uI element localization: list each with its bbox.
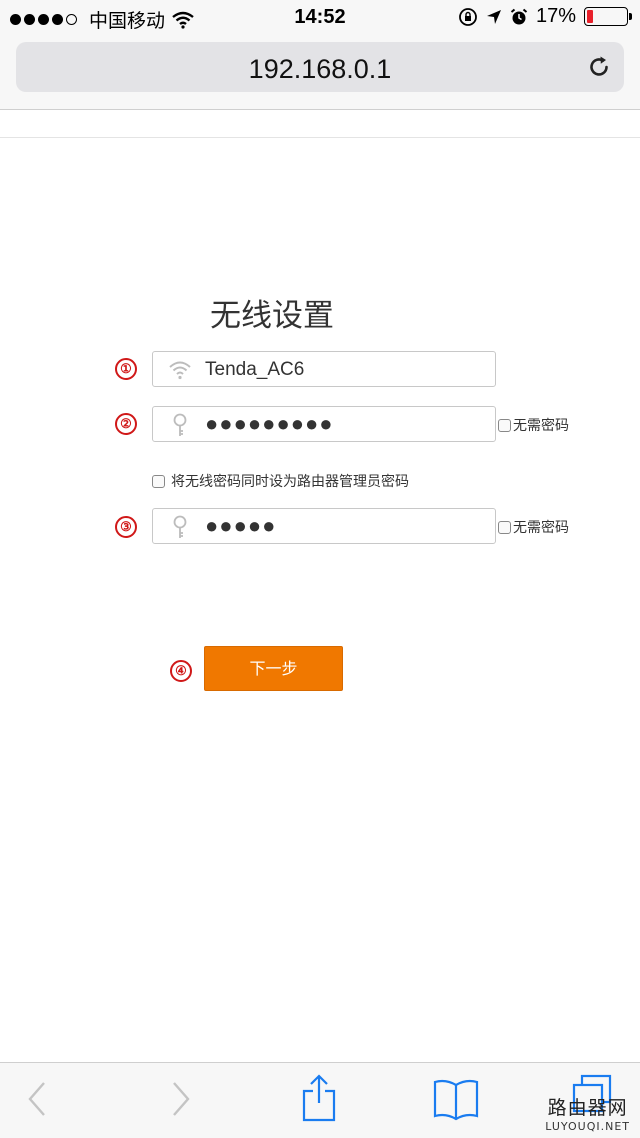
wifi-password-value: ●●●●●●●●● [205, 411, 334, 436]
watermark-url: LUYOUQI.NET [545, 1120, 630, 1133]
bookmarks-icon[interactable] [432, 1077, 480, 1121]
watermark-title: 路由器网 [547, 1097, 628, 1119]
address-bar[interactable]: 192.168.0.1 [16, 42, 624, 92]
forward-icon[interactable] [170, 1079, 192, 1119]
ssid-input[interactable]: Tenda_AC6 [152, 351, 496, 387]
battery-percent: 17% [535, 5, 576, 27]
no-password-checkbox-1[interactable] [498, 418, 511, 432]
no-password-checkbox-2[interactable] [498, 520, 511, 534]
same-password-label: 将无线密码同时设为路由器管理员密码 [171, 474, 409, 490]
browser-toolbar [0, 1062, 640, 1138]
battery-icon [584, 7, 632, 26]
admin-password-value: ●●●●● [205, 513, 277, 538]
status-bar: 中国移动 14:52 17% [0, 0, 640, 36]
same-password-option[interactable]: 将无线密码同时设为路由器管理员密码 [152, 471, 409, 491]
no-password-option-2[interactable]: 无需密码 [498, 517, 569, 537]
ssid-value: Tenda_AC6 [205, 359, 305, 380]
step-marker-2: ② [115, 413, 137, 435]
location-arrow-icon [486, 9, 501, 24]
next-step-button[interactable]: 下一步 [204, 646, 343, 691]
no-password-option-1[interactable]: 无需密码 [498, 415, 569, 435]
no-password-label-1: 无需密码 [513, 418, 569, 434]
page-divider [0, 137, 640, 138]
share-icon[interactable] [300, 1073, 338, 1123]
step-marker-4: ④ [170, 660, 192, 682]
browser-address-area: 192.168.0.1 [0, 36, 640, 110]
admin-password-input[interactable]: ●●●●● [152, 508, 496, 544]
url-text[interactable]: 192.168.0.1 [16, 54, 624, 85]
no-password-label-2: 无需密码 [513, 520, 569, 536]
alarm-icon [510, 8, 528, 24]
same-password-checkbox[interactable] [152, 474, 165, 488]
step-marker-3: ③ [115, 516, 137, 538]
step-marker-1: ① [115, 358, 137, 380]
battery-level-fill [587, 10, 594, 23]
key-icon [173, 413, 187, 436]
rotation-lock-icon [459, 7, 477, 26]
wifi-icon [169, 361, 191, 380]
page-title: 无线设置 [210, 298, 334, 334]
key-icon [173, 515, 187, 538]
back-icon[interactable] [26, 1079, 48, 1119]
site-watermark: 路由器网 LUYOUQI.NET [545, 1093, 630, 1133]
wifi-password-input[interactable]: ●●●●●●●●● [152, 406, 496, 442]
phone-screen: 中国移动 14:52 17% 192.168.0.1 无线设置 ① Tenda_… [0, 0, 640, 1138]
reload-icon[interactable] [586, 54, 612, 80]
